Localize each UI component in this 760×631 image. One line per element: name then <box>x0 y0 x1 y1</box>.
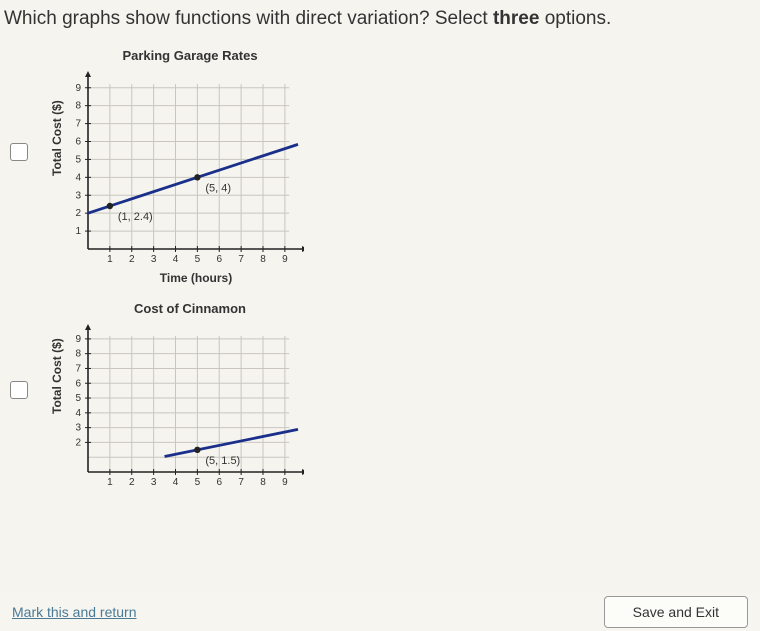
svg-text:3: 3 <box>151 477 157 488</box>
svg-text:6: 6 <box>75 378 81 389</box>
svg-text:7: 7 <box>75 119 81 130</box>
svg-text:(1, 2.4): (1, 2.4) <box>118 211 153 223</box>
svg-text:6: 6 <box>216 477 222 488</box>
svg-text:9: 9 <box>282 254 288 265</box>
graph-2-title: Cost of Cinnamon <box>76 301 304 316</box>
svg-text:1: 1 <box>75 226 81 237</box>
svg-text:3: 3 <box>75 423 81 434</box>
question-bold: three <box>493 8 539 29</box>
svg-text:5: 5 <box>195 477 201 488</box>
svg-text:(5, 4): (5, 4) <box>205 182 231 194</box>
svg-text:6: 6 <box>216 254 222 265</box>
graph-1-xlabel: Time (hours) <box>88 271 304 285</box>
svg-text:7: 7 <box>75 363 81 374</box>
svg-text:4: 4 <box>173 477 179 488</box>
graph-1: Parking Garage Rates Total Cost ($) 1 2 3 4… <box>50 48 304 285</box>
svg-text:6: 6 <box>75 137 81 148</box>
svg-text:4: 4 <box>173 254 179 265</box>
graph-2-plot: 1 2 3 4 5 6 7 8 9 2 3 4 5 6 7 8 9 (5, 1.5) <box>64 322 304 492</box>
checkbox-option-2[interactable] <box>10 381 28 399</box>
svg-text:8: 8 <box>260 477 266 488</box>
svg-text:7: 7 <box>238 254 244 265</box>
svg-text:8: 8 <box>260 254 266 265</box>
svg-text:9: 9 <box>75 334 81 345</box>
graph-1-title: Parking Garage Rates <box>76 48 304 63</box>
svg-text:4: 4 <box>75 408 81 419</box>
question-part2: options. <box>539 8 611 29</box>
svg-text:2: 2 <box>129 477 135 488</box>
graph-1-plot: 1 2 3 4 5 6 7 8 9 1 2 3 4 5 6 7 8 9 (1, 2.4) (5, 4) <box>64 69 304 269</box>
svg-text:5: 5 <box>75 393 81 404</box>
svg-text:2: 2 <box>75 437 81 448</box>
graph-2: Cost of Cinnamon Total Cost ($) 1 2 3 4 5 6 7 8… <box>50 301 304 492</box>
question-text: Which graphs show functions with direct … <box>0 0 760 48</box>
svg-text:8: 8 <box>75 101 81 112</box>
svg-text:3: 3 <box>151 254 157 265</box>
svg-text:3: 3 <box>75 190 81 201</box>
svg-text:9: 9 <box>75 83 81 94</box>
mark-return-link[interactable]: Mark this and return <box>12 604 137 620</box>
checkbox-option-1[interactable] <box>10 143 28 161</box>
save-exit-button[interactable]: Save and Exit <box>604 596 748 628</box>
svg-text:7: 7 <box>238 477 244 488</box>
footer: Mark this and return Save and Exit <box>0 593 760 631</box>
graph-1-ylabel: Total Cost ($) <box>50 162 64 176</box>
svg-text:5: 5 <box>75 154 81 165</box>
option-1: Parking Garage Rates Total Cost ($) 1 2 3 4… <box>0 48 760 285</box>
svg-text:2: 2 <box>129 254 135 265</box>
svg-text:1: 1 <box>107 254 113 265</box>
svg-text:5: 5 <box>195 254 201 265</box>
svg-text:4: 4 <box>75 172 81 183</box>
option-2: Cost of Cinnamon Total Cost ($) 1 2 3 4 5 6 7 8… <box>0 301 760 492</box>
graph-2-ylabel: Total Cost ($) <box>50 400 64 414</box>
svg-text:(5, 1.5): (5, 1.5) <box>205 455 240 467</box>
svg-text:9: 9 <box>282 477 288 488</box>
svg-text:2: 2 <box>75 208 81 219</box>
svg-text:8: 8 <box>75 349 81 360</box>
svg-text:1: 1 <box>107 477 113 488</box>
question-part1: Which graphs show functions with direct … <box>4 8 493 29</box>
